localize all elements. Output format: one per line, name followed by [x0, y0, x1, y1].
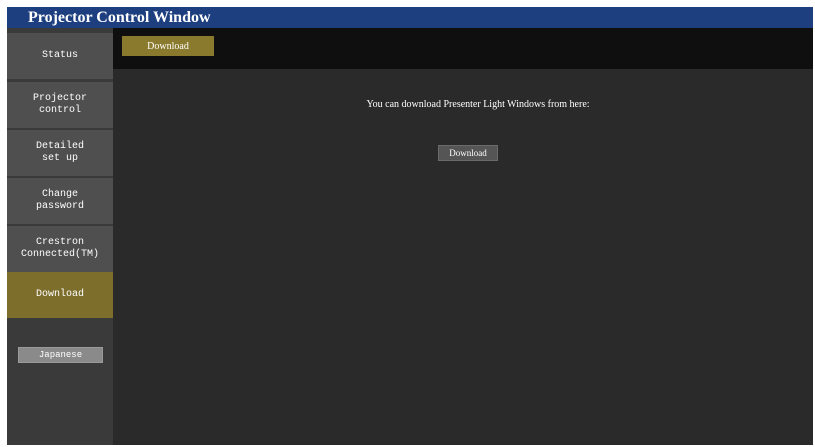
- tab-download[interactable]: Download: [122, 36, 214, 56]
- sidebar-item-status[interactable]: Status: [7, 33, 113, 79]
- japanese-language-button[interactable]: Japanese: [18, 347, 103, 363]
- sidebar-item-change-password[interactable]: Change password: [7, 178, 113, 224]
- download-button[interactable]: Download: [438, 145, 498, 161]
- sidebar-item-detailed-set-up[interactable]: Detailed set up: [7, 130, 113, 176]
- sidebar-item-crestron-connected[interactable]: Crestron Connected(TM): [7, 226, 113, 272]
- sidebar: Status Projector control Detailed set up…: [7, 28, 113, 445]
- window-title: Projector Control Window: [7, 7, 813, 28]
- sidebar-item-download[interactable]: Download: [7, 272, 113, 318]
- main-content: You can download Presenter Light Windows…: [113, 69, 813, 445]
- download-message: You can download Presenter Light Windows…: [366, 99, 590, 110]
- projector-control-window: Projector Control Window Status Projecto…: [7, 7, 813, 445]
- sidebar-item-projector-control[interactable]: Projector control: [7, 82, 113, 128]
- tab-strip: Download: [113, 28, 813, 69]
